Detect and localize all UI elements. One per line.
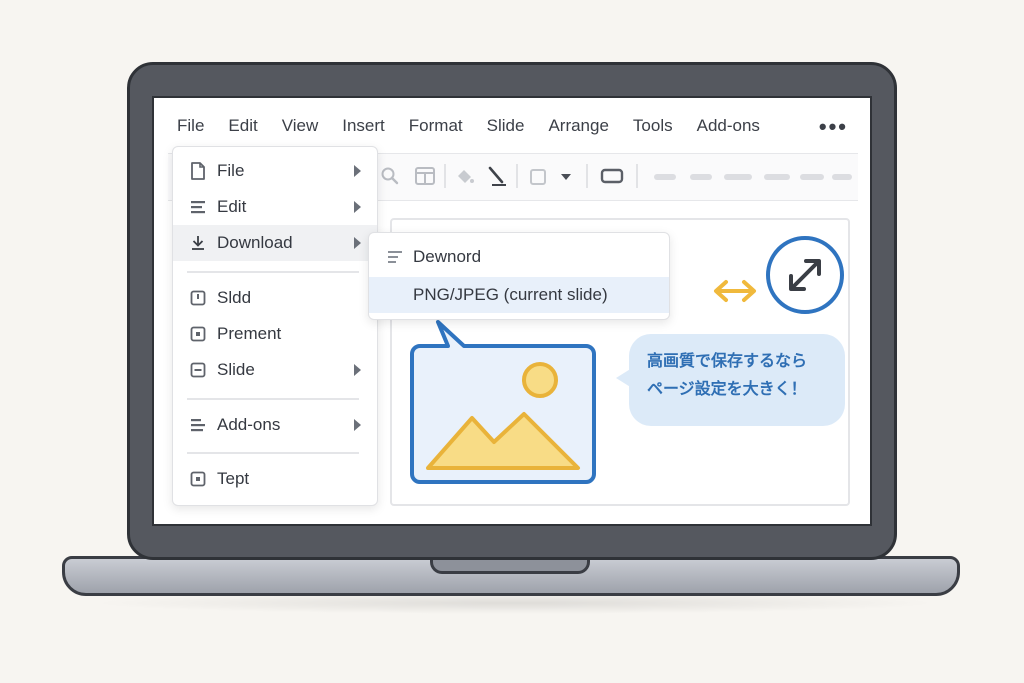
file-menu-item-add-ons[interactable]: Add-ons — [173, 407, 377, 443]
menu-add-ons[interactable]: Add-ons — [697, 116, 760, 136]
file-menu-item-label: Download — [217, 233, 293, 252]
shape-icon[interactable] — [528, 167, 548, 187]
square-bar-icon — [189, 289, 207, 307]
file-menu-item-label: Tept — [217, 469, 250, 488]
download-icon — [189, 234, 207, 252]
chevron-right-icon — [354, 237, 361, 249]
tip-line-2: ページ設定を大きく！ — [647, 381, 807, 398]
menu-arrange[interactable]: Arrange — [548, 116, 608, 136]
submenu-item-label: PNG/JPEG (current slide) — [413, 285, 608, 304]
menu-format[interactable]: Format — [409, 116, 463, 136]
file-menu-item-label: Sldd — [217, 288, 252, 307]
file-menu-dropdown: File Edit Download Sldd Prement Slide Ad… — [172, 146, 378, 506]
file-menu-item-label: File — [217, 161, 245, 180]
file-menu-item-tept[interactable]: Tept — [173, 461, 377, 497]
chevron-right-icon — [354, 201, 361, 213]
square-dot-icon — [189, 325, 207, 343]
menu-insert[interactable]: Insert — [342, 116, 385, 136]
menu-divider — [187, 271, 359, 273]
menubar: File Edit View Insert Format Slide Arran… — [154, 98, 870, 153]
file-menu-item-label: Edit — [217, 197, 247, 216]
pen-icon[interactable] — [486, 164, 508, 188]
tip-line-1: 高画質で保存するなら — [647, 353, 808, 370]
toolbar-placeholder — [690, 174, 712, 180]
chevron-right-icon — [354, 364, 361, 376]
double-arrow-icon — [714, 280, 756, 302]
square-dot-icon — [189, 470, 207, 488]
toolbar-placeholder — [724, 174, 752, 180]
submenu-item-png-jpeg[interactable]: PNG/JPEG (current slide) — [369, 277, 669, 313]
menu-view[interactable]: View — [282, 116, 319, 136]
chevron-right-icon — [354, 419, 361, 431]
file-menu-item-label: Slide — [217, 360, 255, 379]
screen: File Edit View Insert Format Slide Arran… — [152, 96, 872, 526]
toolbar-placeholder — [800, 174, 824, 180]
file-menu-item-sldd[interactable]: Sldd — [173, 280, 377, 316]
chevron-down-icon[interactable] — [560, 173, 572, 181]
toolbar-separator — [586, 164, 588, 188]
menu-divider — [187, 398, 359, 400]
menu-edit[interactable]: Edit — [228, 116, 257, 136]
toolbar-separator — [444, 164, 446, 188]
zoom-icon[interactable] — [380, 166, 400, 186]
border-icon[interactable] — [600, 167, 624, 185]
paint-bucket-icon[interactable] — [454, 166, 476, 186]
menu-divider — [187, 452, 359, 454]
file-menu-item-label: Add-ons — [217, 415, 281, 434]
menu-slide[interactable]: Slide — [487, 116, 525, 136]
toolbar-placeholder — [764, 174, 790, 180]
toolbar-placeholder — [654, 174, 676, 180]
image-icon — [410, 320, 596, 484]
square-minus-icon — [189, 361, 207, 379]
chevron-right-icon — [354, 165, 361, 177]
file-menu-item-slide[interactable]: Slide — [173, 352, 377, 388]
menu-tools[interactable]: Tools — [633, 116, 673, 136]
menu-file[interactable]: File — [177, 116, 204, 136]
file-menu-item-download[interactable]: Download — [173, 225, 377, 261]
toolbar-separator — [516, 164, 518, 188]
document-icon — [189, 162, 207, 180]
file-menu-item-file[interactable]: File — [173, 153, 377, 189]
more-options-icon[interactable]: ••• — [819, 114, 848, 140]
lines-icon — [189, 198, 207, 216]
file-menu-item-prement[interactable]: Prement — [173, 316, 377, 352]
submenu-item-dewnord[interactable]: Dewnord — [369, 239, 669, 275]
file-menu-item-edit[interactable]: Edit — [173, 189, 377, 225]
lines-icon — [189, 416, 207, 434]
toolbar-placeholder — [832, 174, 852, 180]
submenu-item-label: Dewnord — [413, 247, 482, 266]
download-submenu: Dewnord PNG/JPEG (current slide) — [368, 232, 670, 320]
toolbar-separator — [636, 164, 638, 188]
file-menu-item-label: Prement — [217, 324, 282, 343]
lines-icon — [387, 250, 403, 264]
tip-callout: 高画質で保存するなら ページ設定を大きく！ — [629, 334, 845, 426]
expand-icon[interactable] — [764, 234, 846, 316]
layout-icon[interactable] — [414, 166, 436, 186]
